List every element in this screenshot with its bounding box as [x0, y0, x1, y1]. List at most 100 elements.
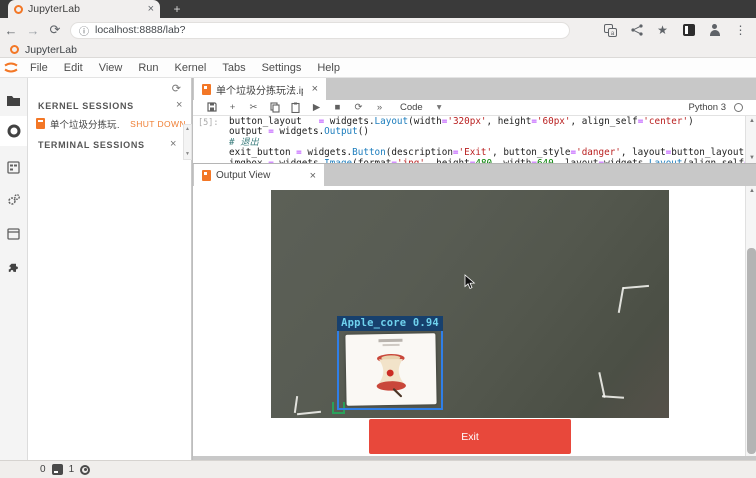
restart-kernel-icon[interactable]: ⟳	[348, 102, 369, 113]
trash-card	[345, 333, 436, 406]
corner-marker	[602, 395, 624, 399]
notebook-icon	[36, 118, 45, 129]
dock-panel: 单个垃圾分拣玩法.ipynb × + ✂ ▶ ■ ⟳ » Code▾ Pytho…	[192, 78, 756, 460]
corner-marker	[623, 285, 649, 289]
menu-item-tabs[interactable]: Tabs	[214, 62, 253, 74]
file-browser-icon[interactable]	[0, 86, 27, 116]
add-cell-icon[interactable]: +	[222, 102, 243, 113]
notebook-tabbar: 单个垃圾分拣玩法.ipynb ×	[193, 78, 756, 100]
command-palette-icon[interactable]	[0, 152, 27, 182]
jupyter-logo-icon	[0, 61, 22, 74]
running-sessions-icon[interactable]	[0, 116, 27, 146]
menu-item-file[interactable]: File	[22, 62, 56, 74]
scroll-up-icon[interactable]: ▲	[184, 125, 191, 134]
new-tab-button[interactable]: +	[170, 2, 184, 16]
jupyterlab-menubar: FileEditViewRunKernelTabsSettingsHelp	[0, 58, 756, 78]
detection-label: Apple_core 0.94	[337, 316, 443, 331]
menu-item-edit[interactable]: Edit	[56, 62, 91, 74]
back-icon[interactable]: ←	[0, 23, 22, 38]
exit-button[interactable]: Exit	[369, 419, 571, 454]
kernel-sessions-close-icon[interactable]: ×	[176, 99, 182, 111]
cell-type-dropdown[interactable]: Code▾	[400, 102, 442, 113]
kernel-count[interactable]: 1	[69, 464, 75, 475]
bookmark-star-icon[interactable]: ★	[655, 23, 670, 38]
corner-marker	[297, 411, 321, 415]
scroll-up-icon[interactable]: ▲	[746, 186, 756, 196]
code-line: output = widgets.Output()	[229, 127, 745, 137]
scroll-down-icon[interactable]: ▼	[184, 150, 191, 159]
scroll-down-icon[interactable]: ▼	[746, 153, 756, 163]
menu-item-kernel[interactable]: Kernel	[167, 62, 215, 74]
output-view-close-icon[interactable]: ×	[310, 170, 316, 182]
terminal-sessions-header: TERMINAL SESSIONS	[38, 140, 145, 150]
stop-kernel-icon[interactable]: ■	[327, 102, 348, 113]
notebook-file-icon	[202, 84, 211, 95]
bookmarks-bar: JupyterLab	[0, 42, 756, 58]
cut-cells-icon[interactable]: ✂	[243, 102, 264, 113]
extension-manager-icon[interactable]	[0, 253, 27, 283]
kernel-session-row[interactable]: 单个垃圾分拣玩… SHUT DOWN	[36, 116, 186, 131]
terminal-count[interactable]: 0	[40, 464, 46, 475]
code-cell[interactable]: [5]: button_layout = widgets.Layout(widt…	[193, 116, 745, 163]
save-icon[interactable]	[201, 102, 222, 113]
code-editor[interactable]: button_layout = widgets.Layout(width='32…	[229, 117, 745, 163]
copy-cells-icon[interactable]	[264, 102, 285, 113]
corner-marker	[618, 287, 624, 313]
output-scrollbar[interactable]: ▲	[745, 186, 756, 456]
translate-icon[interactable]: a	[603, 23, 618, 38]
notebook-tab[interactable]: 单个垃圾分拣玩法.ipynb ×	[194, 78, 326, 100]
notebook-toolbar: + ✂ ▶ ■ ⟳ » Code▾ Python 3	[193, 100, 756, 116]
bookmark-item[interactable]: JupyterLab	[25, 44, 77, 56]
profile-icon[interactable]	[707, 23, 722, 38]
terminal-sessions-close-icon[interactable]: ×	[170, 138, 176, 150]
output-view-tab-title: Output View	[216, 170, 301, 181]
browser-tab[interactable]: JupyterLab ×	[8, 0, 160, 18]
menu-item-settings[interactable]: Settings	[254, 62, 310, 74]
kernel-session-label: 单个垃圾分拣玩…	[50, 117, 120, 131]
site-info-icon[interactable]: ⓘ	[79, 23, 89, 38]
notebook-tab-title: 单个垃圾分拣玩法.ipynb	[216, 82, 303, 97]
code-scrollbar[interactable]: ▲ ▼	[745, 116, 756, 163]
tab-close-icon[interactable]: ×	[148, 3, 154, 15]
output-view-tab[interactable]: Output View ×	[194, 164, 324, 187]
apple-core-illustration	[365, 348, 418, 399]
menu-item-help[interactable]: Help	[309, 62, 348, 74]
shutdown-button[interactable]: SHUT DOWN	[130, 119, 186, 129]
output-view-icon	[202, 170, 211, 181]
run-all-icon[interactable]: »	[369, 102, 390, 113]
activity-bar	[0, 78, 28, 460]
run-cell-icon[interactable]: ▶	[306, 102, 327, 113]
cell-prompt: [5]:	[198, 118, 218, 128]
notebook-tab-close-icon[interactable]: ×	[312, 83, 318, 95]
sidebar-scrollbar[interactable]: ▲ ▼	[183, 124, 192, 160]
reload-icon[interactable]: ⟳	[44, 22, 66, 38]
share-icon[interactable]	[629, 23, 644, 38]
url-text: localhost:8888/lab?	[95, 24, 186, 36]
camera-image: Apple_core 0.94	[271, 190, 669, 418]
scroll-up-icon[interactable]: ▲	[746, 116, 756, 126]
corner-marker	[598, 372, 605, 398]
open-tabs-icon[interactable]	[0, 219, 27, 249]
url-bar[interactable]: ⓘ localhost:8888/lab?	[70, 22, 570, 39]
reading-list-icon[interactable]	[681, 23, 696, 38]
corner-marker	[294, 396, 298, 413]
terminal-icon	[52, 464, 63, 475]
kernel-icon	[80, 465, 90, 475]
chevron-down-icon: ▾	[437, 102, 442, 113]
browser-tab-strip: JupyterLab × +	[0, 0, 756, 18]
scrollbar-thumb[interactable]	[747, 248, 756, 454]
forward-icon[interactable]: →	[22, 23, 44, 38]
kernel-name[interactable]: Python 3	[689, 102, 727, 113]
menu-item-run[interactable]: Run	[130, 62, 166, 74]
property-inspector-icon[interactable]	[0, 185, 27, 215]
detection-bounding-box: Apple_core 0.94	[337, 316, 443, 410]
paste-cells-icon[interactable]	[285, 102, 306, 113]
menu-item-view[interactable]: View	[91, 62, 131, 74]
browser-menu-icon[interactable]: ⋮	[733, 23, 748, 38]
status-bar: 0 1	[0, 460, 756, 478]
refresh-sessions-icon[interactable]: ⟳	[172, 82, 181, 95]
jupyter-favicon-icon	[14, 5, 23, 14]
bookmark-favicon-icon	[10, 45, 19, 54]
output-view-content: Apple_core 0.94	[193, 186, 745, 456]
sessions-sidebar: ⟳ KERNEL SESSIONS × 单个垃圾分拣玩… SHUT DOWN T…	[28, 78, 192, 460]
